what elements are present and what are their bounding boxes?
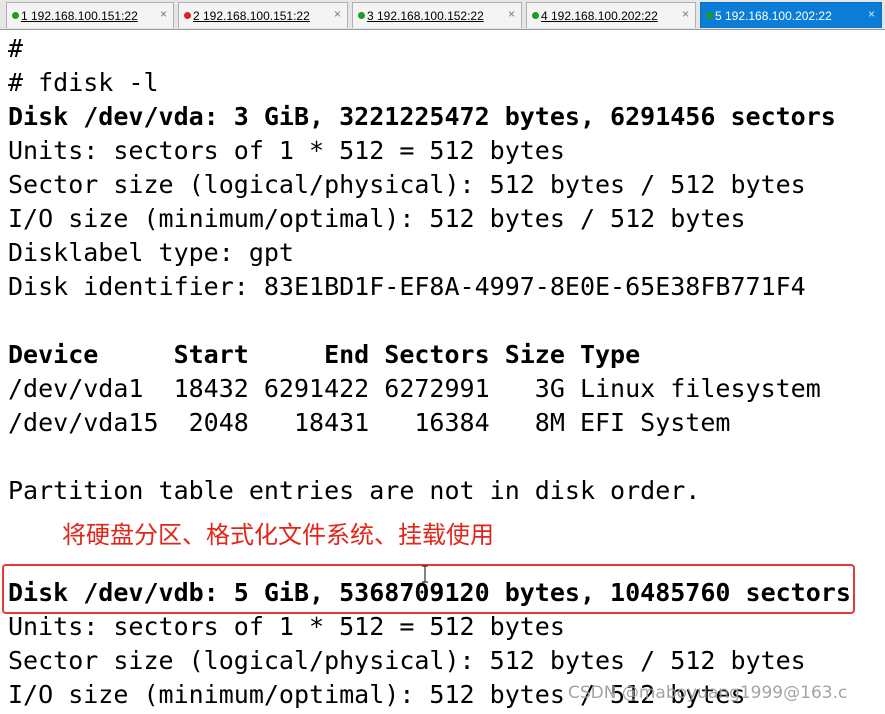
terminal-line: Units: sectors of 1 * 512 = 512 bytes (8, 612, 565, 641)
connection-status-icon (532, 12, 539, 19)
close-tab-icon[interactable]: × (334, 7, 341, 21)
session-tab-5[interactable]: 5 192.168.100.202:22 × (700, 2, 882, 28)
terminal-line: Disk identifier: 83E1BD1F-EF8A-4997-8E0E… (8, 272, 806, 301)
close-tab-icon[interactable]: × (160, 7, 167, 21)
session-tab-4[interactable]: 4 192.168.100.202:22 × (526, 2, 696, 28)
session-tab-bar: 1 192.168.100.151:22 × 2 192.168.100.151… (0, 0, 885, 30)
close-tab-icon[interactable]: × (508, 7, 515, 21)
terminal-line: # fdisk -l (8, 68, 159, 97)
terminal-line: Disklabel type: gpt (8, 238, 294, 267)
terminal-line: /dev/vda15 2048 18431 16384 8M EFI Syste… (8, 408, 731, 437)
session-tab-2[interactable]: 2 192.168.100.151:22 × (178, 2, 348, 28)
connection-status-icon (12, 12, 19, 19)
terminal-line: Disk /dev/vda: 3 GiB, 3221225472 bytes, … (8, 102, 836, 131)
tab-label: 1 192.168.100.151:22 (21, 8, 138, 23)
close-tab-icon[interactable]: × (868, 7, 875, 21)
watermark: CSDN @maboyuang1999@163.c (568, 683, 848, 703)
text-cursor-icon (422, 565, 428, 583)
connection-status-icon (358, 12, 365, 19)
connection-status-icon (184, 12, 191, 19)
terminal-line: Device Start End Sectors Size Type (8, 340, 641, 369)
terminal-line: Sector size (logical/physical): 512 byte… (8, 170, 806, 199)
connection-status-icon (706, 12, 713, 19)
tab-label: 3 192.168.100.152:22 (367, 8, 484, 23)
terminal-line: Units: sectors of 1 * 512 = 512 bytes (8, 136, 565, 165)
session-tab-1[interactable]: 1 192.168.100.151:22 × (6, 2, 174, 28)
annotation-text: 将硬盘分区、格式化文件系统、挂载使用 (62, 521, 494, 549)
terminal-line: /dev/vda1 18432 6291422 6272991 3G Linux… (8, 374, 821, 403)
tab-label: 4 192.168.100.202:22 (541, 8, 658, 23)
tab-label: 2 192.168.100.151:22 (193, 8, 310, 23)
terminal-line: I/O size (minimum/optimal): 512 bytes / … (8, 204, 746, 233)
terminal-line: Partition table entries are not in disk … (8, 476, 701, 505)
terminal-line: # (8, 34, 24, 63)
close-tab-icon[interactable]: × (682, 7, 689, 21)
session-tab-3[interactable]: 3 192.168.100.152:22 × (352, 2, 522, 28)
tab-label: 5 192.168.100.202:22 (715, 8, 832, 23)
terminal-line: Sector size (logical/physical): 512 byte… (8, 646, 806, 675)
